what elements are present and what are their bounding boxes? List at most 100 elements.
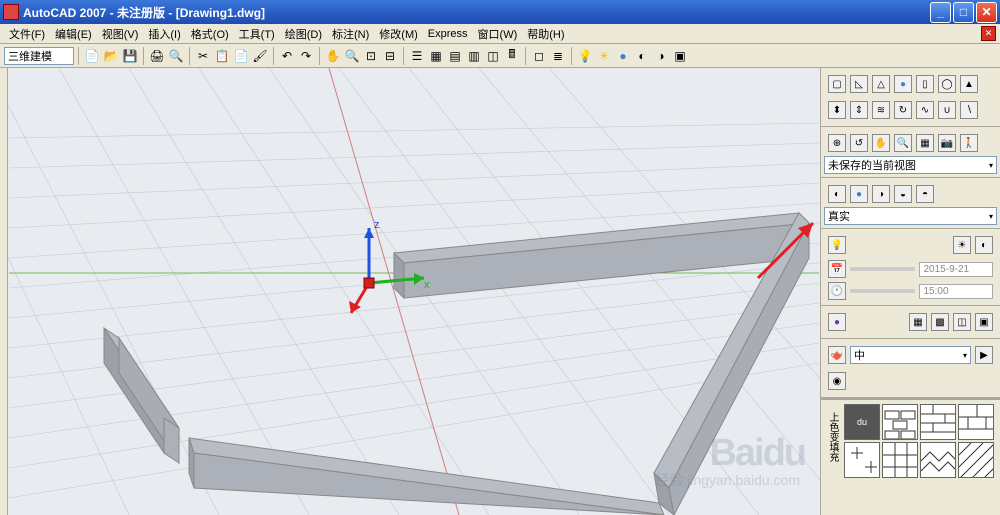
hatch-herring[interactable] <box>920 442 956 478</box>
time-field[interactable]: 15:00 <box>919 284 994 299</box>
menu-window[interactable]: 窗口(W) <box>473 24 523 44</box>
revolve-icon[interactable]: ↻ <box>894 101 912 119</box>
cut-icon[interactable]: ✂ <box>194 47 212 65</box>
render-icon[interactable]: ● <box>614 47 632 65</box>
light-icon[interactable]: 💡 <box>576 47 594 65</box>
undo-icon[interactable]: ↶ <box>278 47 296 65</box>
mat2-icon[interactable]: ▦ <box>909 313 927 331</box>
cone-icon[interactable]: △ <box>872 75 890 93</box>
vs4-icon[interactable]: ◒ <box>894 185 912 203</box>
mat4-icon[interactable]: ◫ <box>953 313 971 331</box>
paste-icon[interactable]: 📄 <box>232 47 250 65</box>
pan-icon[interactable]: ✋ <box>324 47 342 65</box>
loft-icon[interactable]: ≋ <box>872 101 890 119</box>
torus-icon[interactable]: ◯ <box>938 75 956 93</box>
left-dock-bar[interactable] <box>0 68 8 515</box>
presspull-icon[interactable]: ⇕ <box>850 101 868 119</box>
block-icon[interactable]: ◻ <box>530 47 548 65</box>
hatch-solid[interactable]: du <box>844 404 880 440</box>
misc-icon[interactable]: ◉ <box>828 372 846 390</box>
walk-icon[interactable]: 🚶 <box>960 134 978 152</box>
zoom-window-icon[interactable]: ⊡ <box>362 47 380 65</box>
shadow-icon[interactable]: ◐ <box>975 236 993 254</box>
camera-icon[interactable]: 📷 <box>938 134 956 152</box>
hatch-cross2[interactable] <box>882 442 918 478</box>
hatch-brick3[interactable] <box>958 404 994 440</box>
view-dropdown[interactable]: 未保存的当前视图▾ <box>824 156 997 174</box>
calendar-icon[interactable]: 📅 <box>828 260 846 278</box>
menu-file[interactable]: 文件(F) <box>4 24 50 44</box>
cylinder-icon[interactable]: ▯ <box>916 75 934 93</box>
vs3-icon[interactable]: ◑ <box>872 185 890 203</box>
redo-icon[interactable]: ↷ <box>297 47 315 65</box>
zoom-icon[interactable]: 🔍 <box>343 47 361 65</box>
tool-palette-icon[interactable]: ▤ <box>446 47 464 65</box>
menu-edit[interactable]: 编辑(E) <box>50 24 97 44</box>
menu-dimension[interactable]: 标注(N) <box>327 24 374 44</box>
pyramid-icon[interactable]: ▲ <box>960 75 978 93</box>
zoom2-icon[interactable]: 🔍 <box>894 134 912 152</box>
menu-format[interactable]: 格式(O) <box>186 24 234 44</box>
copy-icon[interactable]: 📋 <box>213 47 231 65</box>
menu-express[interactable]: Express <box>423 26 473 42</box>
save-icon[interactable]: 💾 <box>121 47 139 65</box>
sun2-icon[interactable]: ☀ <box>953 236 971 254</box>
material-icon[interactable]: ● <box>828 313 846 331</box>
menu-modify[interactable]: 修改(M) <box>374 24 423 44</box>
wedge-icon[interactable]: ◺ <box>850 75 868 93</box>
vs2-icon[interactable]: ● <box>850 185 868 203</box>
hatch-brick1[interactable] <box>882 404 918 440</box>
visual-style-dropdown[interactable]: 真实▾ <box>824 207 997 225</box>
menu-insert[interactable]: 插入(I) <box>143 24 185 44</box>
pan-icon[interactable]: ✋ <box>872 134 890 152</box>
visual-icon[interactable]: ▣ <box>671 47 689 65</box>
sphere-icon[interactable]: ● <box>894 75 912 93</box>
sweep-icon[interactable]: ∿ <box>916 101 934 119</box>
visualstyle-icon[interactable]: ◐ <box>828 185 846 203</box>
markup-icon[interactable]: ◫ <box>484 47 502 65</box>
mat5-icon[interactable]: ▣ <box>975 313 993 331</box>
sheet-set-icon[interactable]: ▥ <box>465 47 483 65</box>
calc-icon[interactable]: 🖩 <box>503 47 521 65</box>
date-field[interactable]: 2015-9-21 <box>919 262 994 277</box>
design-center-icon[interactable]: ▦ <box>427 47 445 65</box>
drawing-viewport[interactable]: z x Baidu 经验:jingyan.baidu.com <box>8 68 820 515</box>
mat3-icon[interactable]: ▩ <box>931 313 949 331</box>
new-icon[interactable]: 📄 <box>83 47 101 65</box>
hatch-diag[interactable] <box>958 442 994 478</box>
mapping-icon[interactable]: ◑ <box>652 47 670 65</box>
hatch-brick2[interactable] <box>920 404 956 440</box>
hatch-cross1[interactable] <box>844 442 880 478</box>
workspace-dropdown[interactable]: 三维建模 <box>4 47 74 65</box>
menu-view[interactable]: 视图(V) <box>97 24 144 44</box>
menu-help[interactable]: 帮助(H) <box>522 24 569 44</box>
light2-icon[interactable]: 💡 <box>828 236 846 254</box>
subtract-icon[interactable]: ∖ <box>960 101 978 119</box>
menu-draw[interactable]: 绘图(D) <box>280 24 327 44</box>
material-icon[interactable]: ◐ <box>633 47 651 65</box>
maximize-button[interactable]: □ <box>953 2 974 23</box>
layer-icon[interactable]: ≣ <box>549 47 567 65</box>
properties-icon[interactable]: ☰ <box>408 47 426 65</box>
preview-icon[interactable]: 🔍 <box>167 47 185 65</box>
render2-icon[interactable]: ▶ <box>975 346 993 364</box>
sun-icon[interactable]: ☀ <box>595 47 613 65</box>
render-icon[interactable]: 🫖 <box>828 346 846 364</box>
clock-icon[interactable]: 🕐 <box>828 282 846 300</box>
vs5-icon[interactable]: ◓ <box>916 185 934 203</box>
close-button[interactable]: ✕ <box>976 2 997 23</box>
union-icon[interactable]: ∪ <box>938 101 956 119</box>
lang-dropdown[interactable]: 中▾ <box>850 346 971 364</box>
nav-icon[interactable]: ⊕ <box>828 134 846 152</box>
extrude-icon[interactable]: ⬍ <box>828 101 846 119</box>
minimize-button[interactable]: _ <box>930 2 951 23</box>
zoom-prev-icon[interactable]: ⊟ <box>381 47 399 65</box>
open-icon[interactable]: 📂 <box>102 47 120 65</box>
menu-tools[interactable]: 工具(T) <box>234 24 280 44</box>
match-icon[interactable]: 🖌 <box>251 47 269 65</box>
view-icon[interactable]: ▦ <box>916 134 934 152</box>
orbit-icon[interactable]: ↺ <box>850 134 868 152</box>
document-close-button[interactable]: ✕ <box>981 26 996 41</box>
print-icon[interactable]: 🖨 <box>148 47 166 65</box>
box-icon[interactable]: ▢ <box>828 75 846 93</box>
